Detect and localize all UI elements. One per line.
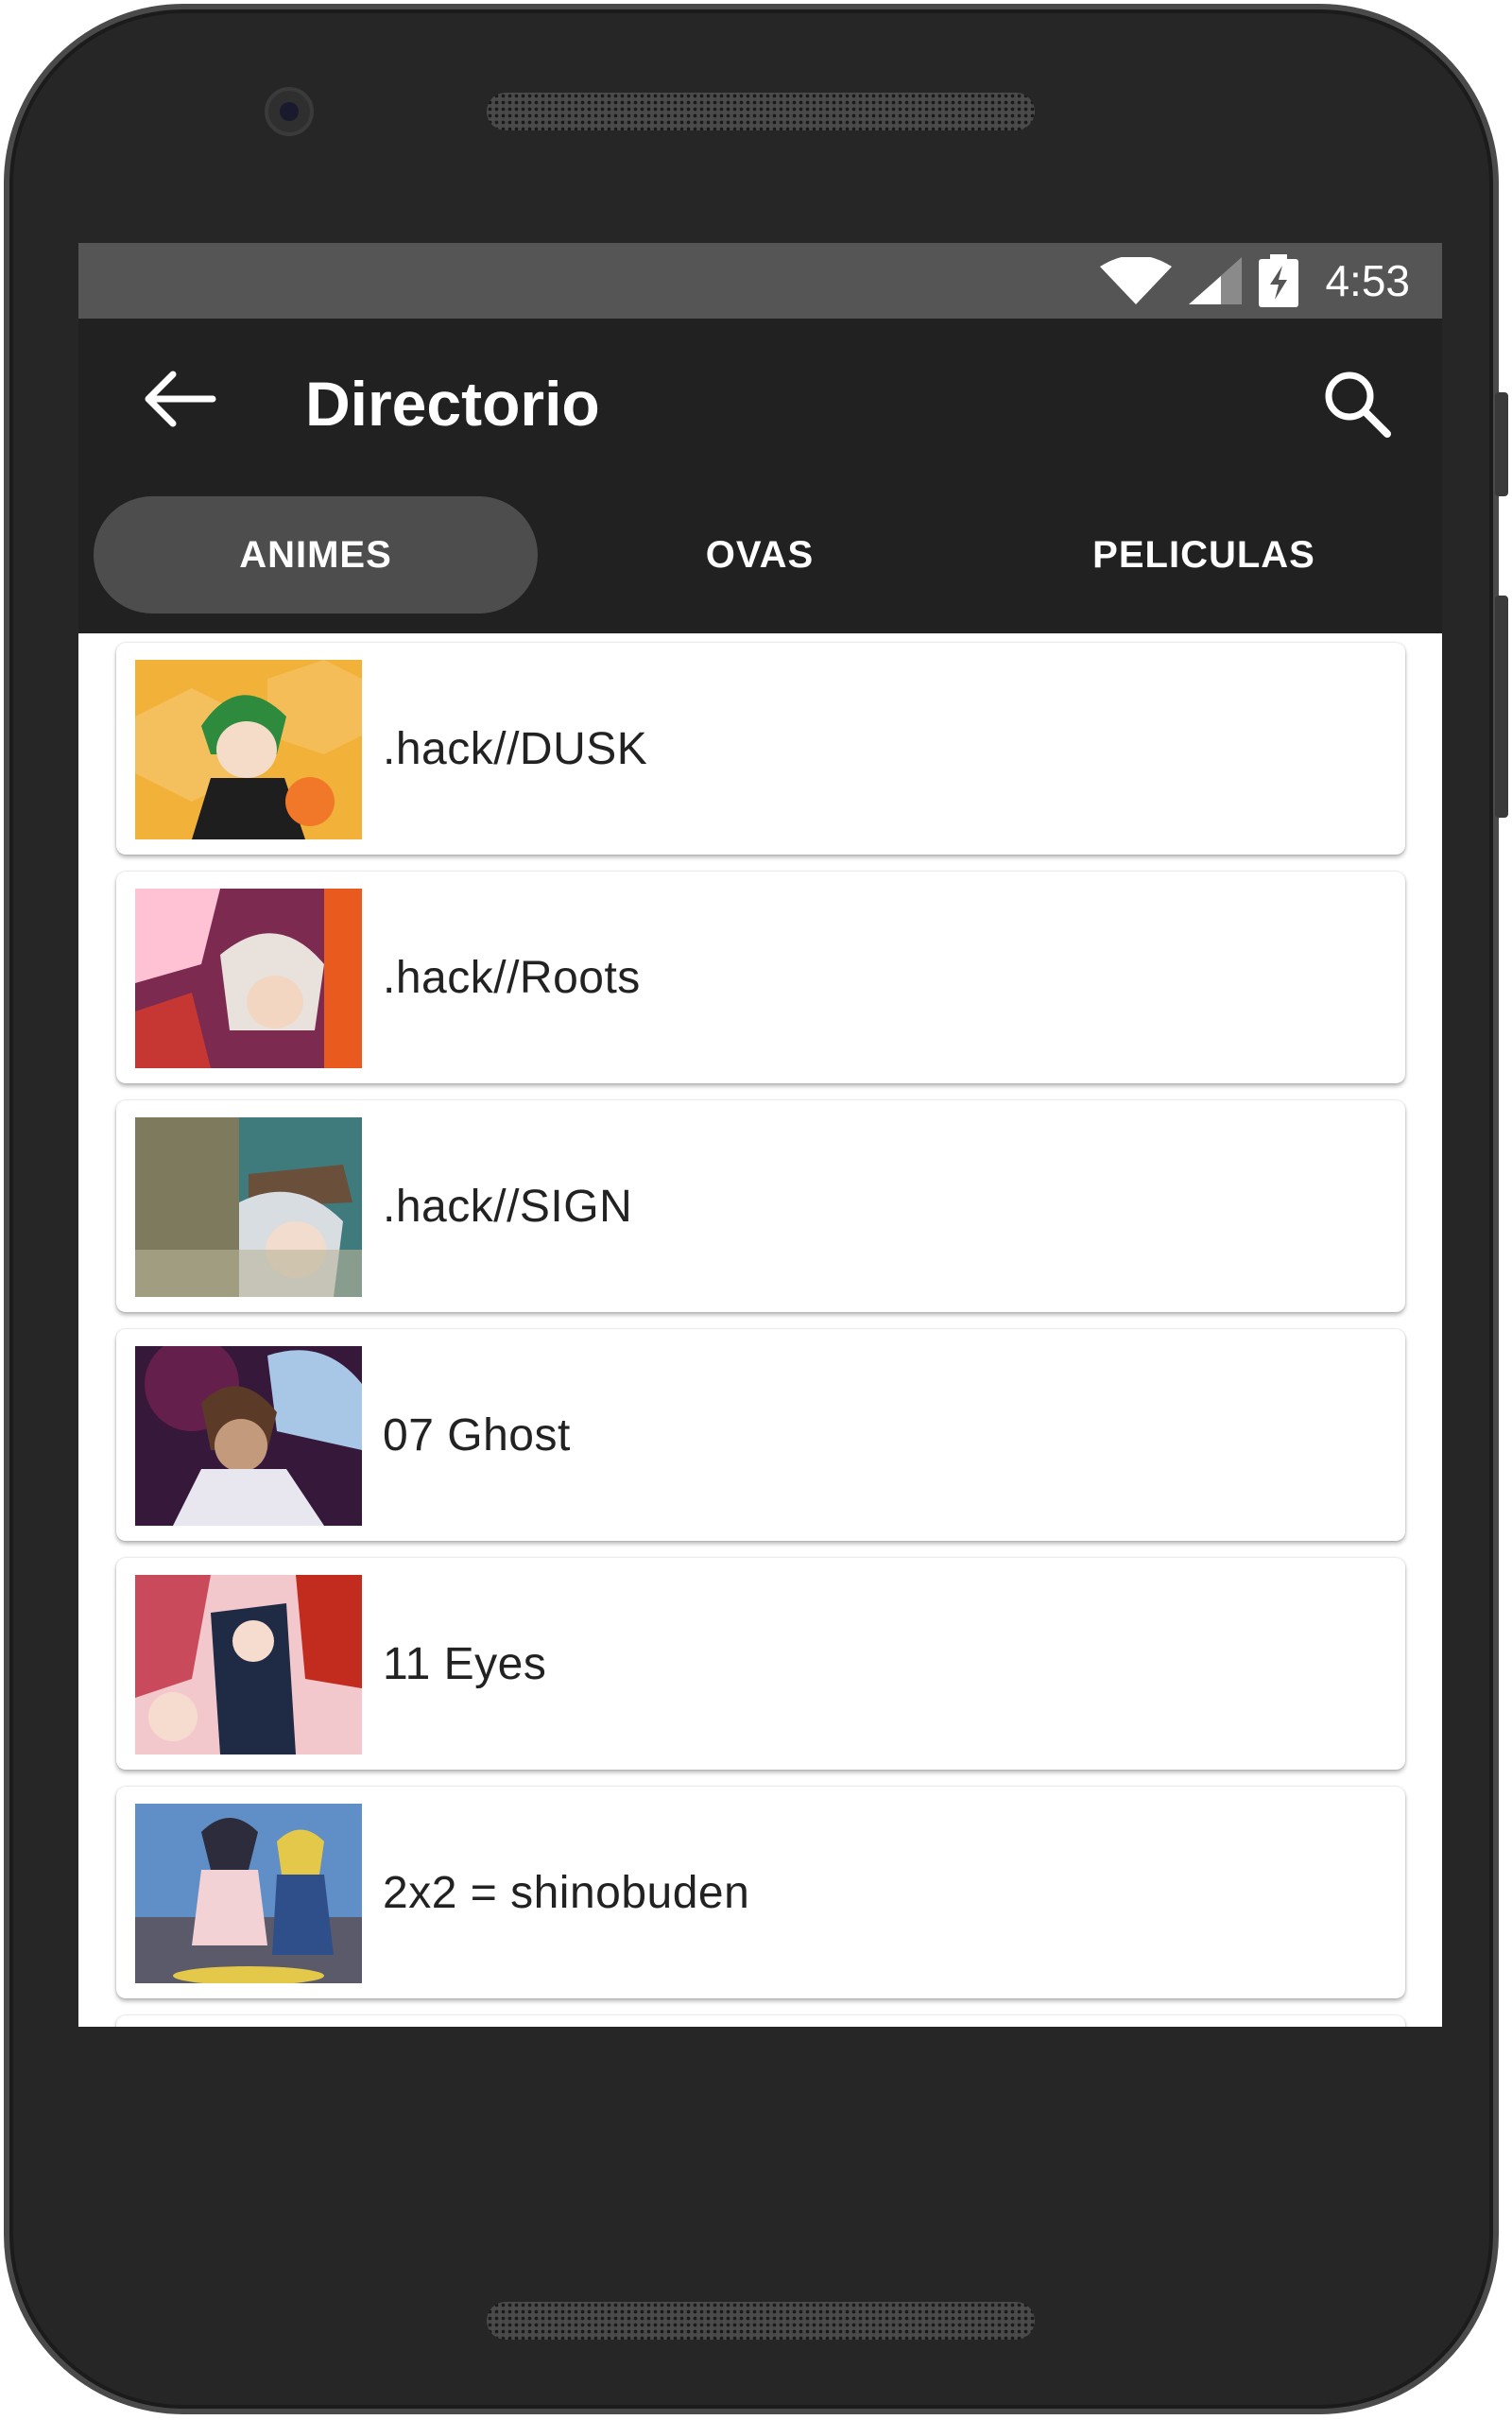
cover-shape-body	[192, 1870, 267, 1945]
cover-shape-accent	[324, 889, 362, 1068]
front-camera	[265, 87, 314, 136]
thumbnail-image	[135, 1117, 362, 1297]
phone-side-button-top	[1495, 392, 1508, 496]
tab-animes[interactable]: ANIMES	[94, 496, 538, 614]
cover-art-image	[135, 1575, 362, 1754]
item-title: .hack//DUSK	[383, 723, 648, 774]
page-title: Directorio	[305, 369, 600, 439]
list-item-partial[interactable]	[116, 2015, 1405, 2027]
cover-art-image	[135, 1346, 362, 1526]
tab-animes-label: ANIMES	[239, 533, 392, 576]
tab-ovas[interactable]: OVAS	[538, 496, 982, 614]
cover-art-image	[135, 889, 362, 1068]
list-item[interactable]: 2x2 = shinobuden	[116, 1787, 1405, 1998]
tab-peliculas[interactable]: PELICULAS	[982, 496, 1426, 614]
item-title: 11 Eyes	[383, 1638, 547, 1689]
list-item[interactable]: .hack//SIGN	[116, 1100, 1405, 1312]
thumbnail-image	[135, 660, 362, 839]
wifi-icon	[1100, 257, 1173, 304]
thumbnail-image	[135, 1575, 362, 1754]
list-item[interactable]: 11 Eyes	[116, 1558, 1405, 1770]
back-button[interactable]	[145, 371, 220, 427]
item-title: .hack//Roots	[383, 952, 641, 1003]
list-item[interactable]: 07 Ghost	[116, 1329, 1405, 1541]
cover-art-image	[135, 660, 362, 839]
cover-art-image	[135, 1117, 362, 1297]
cover-shape-accent	[215, 1419, 267, 1472]
search-icon	[1325, 372, 1391, 438]
cover-shape-accent	[277, 1829, 324, 1875]
tab-ovas-label: OVAS	[705, 533, 815, 576]
cell-signal-icon	[1189, 257, 1243, 304]
tab-bar: ANIMES OVAS PELICULAS	[78, 479, 1442, 633]
phone-frame: 4:53 Directorio ANIMES OVAS PELICULAS .h…	[4, 4, 1508, 2414]
thumbnail-image	[135, 1804, 362, 1983]
status-clock: 4:53	[1325, 256, 1410, 305]
cover-shape-accent	[296, 1575, 362, 1688]
battery-charging-icon	[1259, 254, 1299, 307]
item-title: 2x2 = shinobuden	[383, 1867, 750, 1918]
app-bar: Directorio	[78, 319, 1442, 479]
item-title: 07 Ghost	[383, 1409, 571, 1461]
phone-side-button-volume	[1495, 596, 1508, 818]
cover-art-image	[135, 1804, 362, 1983]
tab-peliculas-label: PELICULAS	[1092, 533, 1315, 576]
list-item[interactable]: .hack//Roots	[116, 872, 1405, 1083]
arrow-back-icon	[145, 371, 216, 427]
thumbnail-image	[135, 889, 362, 1068]
cover-shape-accent	[285, 777, 335, 826]
screen: 4:53 Directorio ANIMES OVAS PELICULAS .h…	[78, 243, 1442, 2027]
item-title: .hack//SIGN	[383, 1181, 633, 1232]
thumbnail-image	[135, 1346, 362, 1526]
anime-list: .hack//DUSK .hack//Roots .hack//SIGN 07 …	[78, 633, 1442, 2027]
bottom-speaker	[487, 2302, 1035, 2340]
cover-shape-accent	[135, 1250, 362, 1297]
cover-shape-hair	[201, 1818, 258, 1870]
status-bar: 4:53	[78, 243, 1442, 319]
list-item[interactable]: .hack//DUSK	[116, 643, 1405, 855]
search-button[interactable]	[1319, 366, 1395, 441]
top-speaker	[487, 93, 1035, 130]
